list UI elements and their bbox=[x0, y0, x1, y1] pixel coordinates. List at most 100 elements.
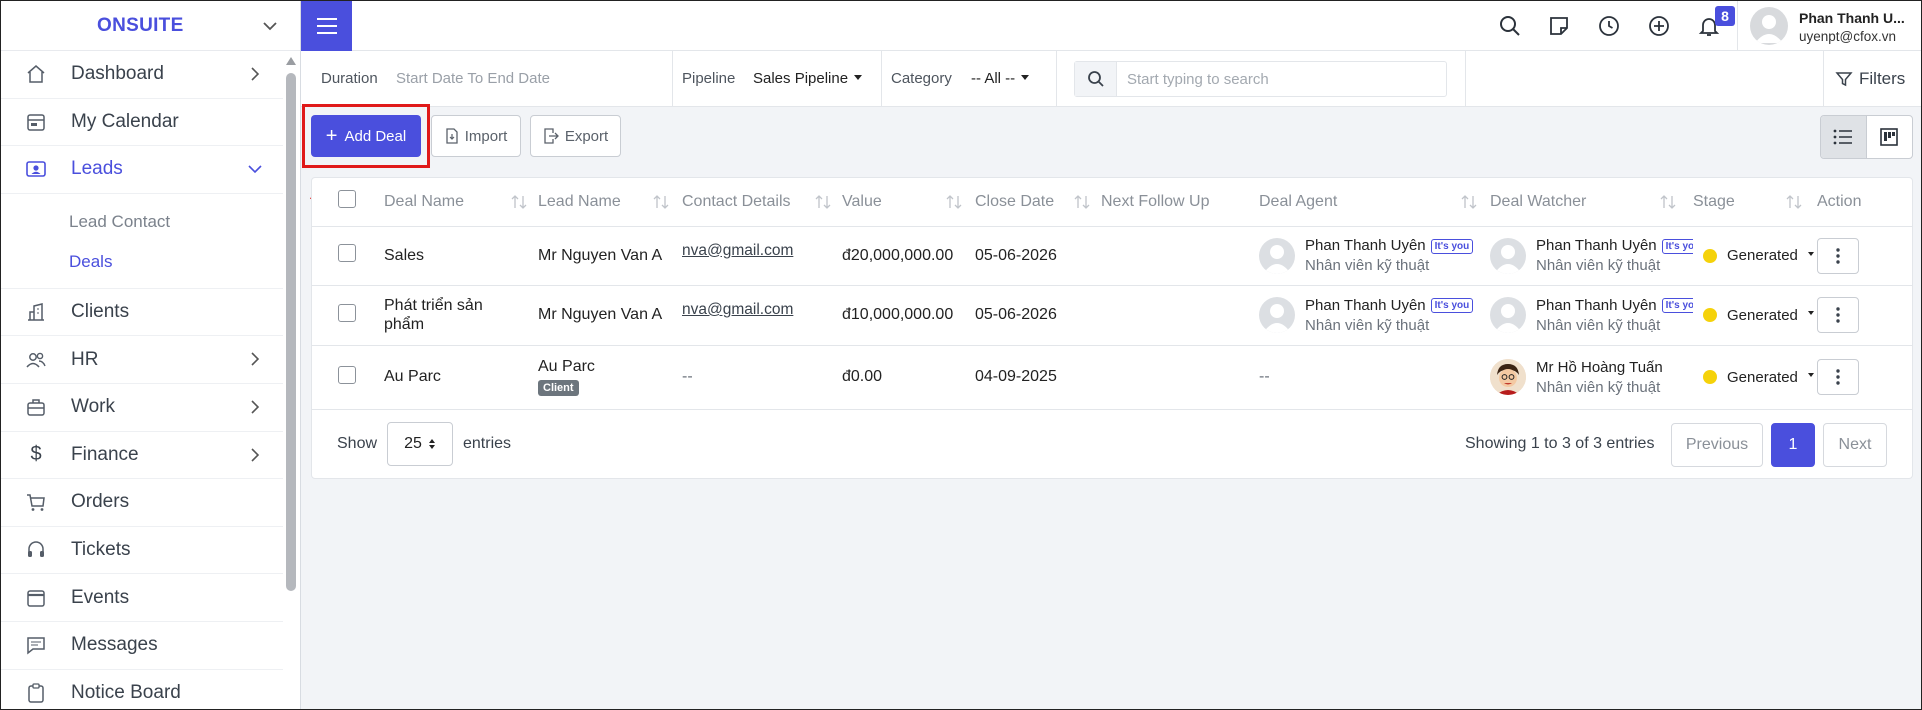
scroll-up-arrow[interactable] bbox=[286, 57, 296, 65]
sidebar-item-work[interactable]: Work bbox=[1, 384, 283, 432]
sidebar-item-messages[interactable]: Messages bbox=[1, 622, 283, 670]
sidebar-item-finance[interactable]: $ Finance bbox=[1, 432, 283, 480]
hamburger-menu-button[interactable] bbox=[301, 1, 352, 51]
stage-dropdown[interactable]: Generated bbox=[1703, 369, 1817, 386]
table-header-row: Deal Name Lead Name Contact Details Valu… bbox=[312, 178, 1912, 227]
annotation-highlight-box bbox=[302, 104, 430, 168]
brand-name: ONSUITE bbox=[97, 14, 184, 36]
chevron-right-icon bbox=[251, 352, 260, 366]
chevron-down-icon bbox=[248, 165, 262, 174]
client-badge: Client bbox=[538, 380, 579, 396]
caret-down-icon bbox=[854, 74, 863, 80]
list-view-button[interactable] bbox=[1821, 116, 1867, 158]
sidebar-item-leads[interactable]: Leads bbox=[1, 146, 283, 194]
user-name[interactable]: Phan Thanh U... bbox=[1799, 10, 1905, 26]
chevron-down-icon[interactable] bbox=[259, 15, 281, 37]
column-header-lead-name[interactable]: Lead Name bbox=[538, 178, 682, 227]
export-button[interactable]: Export bbox=[530, 115, 621, 157]
clock-icon[interactable] bbox=[1597, 14, 1621, 38]
pipeline-select[interactable]: Sales Pipeline bbox=[753, 70, 863, 87]
its-you-badge: It's you bbox=[1661, 238, 1693, 254]
import-button[interactable]: Import bbox=[431, 115, 521, 157]
entries-value: 25 bbox=[404, 435, 422, 452]
contact-email-link[interactable]: nva@gmail.com bbox=[682, 301, 793, 318]
deal-agent-cell: -- bbox=[1259, 345, 1490, 410]
row-action-menu-button[interactable] bbox=[1817, 359, 1859, 395]
column-header-deal-watcher[interactable]: Deal Watcher bbox=[1490, 178, 1693, 227]
duration-date-range[interactable]: Start Date To End Date bbox=[396, 70, 550, 87]
search-input[interactable] bbox=[1117, 70, 1437, 88]
row-action-menu-button[interactable] bbox=[1817, 237, 1859, 274]
sidebar-subitem-deals[interactable]: Deals bbox=[1, 242, 283, 282]
kanban-view-button[interactable] bbox=[1867, 116, 1913, 158]
stage-status-dot bbox=[1703, 370, 1717, 384]
lead-name-cell[interactable]: Au Parc bbox=[538, 358, 682, 376]
sidebar-item-label: Leads bbox=[71, 158, 123, 180]
row-checkbox[interactable] bbox=[338, 303, 356, 322]
sidebar-scrollbar[interactable] bbox=[286, 73, 296, 591]
column-header-label: Close Date bbox=[975, 192, 1055, 210]
sidebar-item-label: Events bbox=[71, 586, 130, 608]
next-follow-up-cell bbox=[1101, 226, 1259, 286]
dollar-icon: $ bbox=[30, 443, 42, 466]
entries-label: entries bbox=[463, 435, 512, 452]
column-header-next-follow-up[interactable]: Next Follow Up bbox=[1101, 178, 1259, 227]
deal-watcher[interactable]: Phan Thanh UyênIt's you Nhân viên kỹ thu… bbox=[1490, 237, 1693, 274]
sidebar-item-my-calendar[interactable]: My Calendar bbox=[1, 99, 283, 147]
deal-name-cell[interactable]: Phát triển sản phẩm bbox=[384, 285, 538, 346]
import-label: Import bbox=[464, 127, 508, 145]
entries-per-page-select[interactable]: 25 bbox=[387, 422, 453, 466]
column-header-close-date[interactable]: Close Date bbox=[975, 178, 1101, 227]
search-icon[interactable] bbox=[1498, 14, 1522, 38]
value-cell: đ10,000,000.00 bbox=[842, 285, 975, 346]
close-date-cell: 05-06-2026 bbox=[975, 285, 1101, 346]
sidebar-item-clients[interactable]: Clients bbox=[1, 289, 283, 337]
deal-watcher[interactable]: Mr Hồ Hoàng Tuấn Nhân viên kỹ thuật bbox=[1490, 359, 1693, 396]
sidebar-item-tickets[interactable]: Tickets bbox=[1, 527, 283, 575]
stage-dropdown[interactable]: Generated bbox=[1703, 247, 1817, 264]
deal-watcher[interactable]: Phan Thanh UyênIt's you Nhân viên kỹ thu… bbox=[1490, 297, 1693, 334]
sidebar-subitem-lead-contact[interactable]: Lead Contact bbox=[1, 202, 283, 242]
column-header-deal-agent[interactable]: Deal Agent bbox=[1259, 178, 1490, 227]
lead-name-cell[interactable]: Mr Nguyen Van A bbox=[538, 285, 682, 346]
column-header-deal-name[interactable]: Deal Name bbox=[384, 178, 538, 227]
filters-button[interactable]: Filters bbox=[1835, 69, 1905, 89]
deal-name-cell[interactable]: Au Parc bbox=[384, 345, 538, 410]
avatar[interactable] bbox=[1750, 7, 1788, 45]
user-email: uyenpt@cfox.vn bbox=[1799, 29, 1897, 44]
sidebar-item-notice-board[interactable]: Notice Board bbox=[1, 670, 283, 709]
contact-email-link[interactable]: nva@gmail.com bbox=[682, 242, 793, 259]
sidebar-item-dashboard[interactable]: Dashboard bbox=[1, 51, 283, 99]
row-action-menu-button[interactable] bbox=[1817, 297, 1859, 333]
lead-name-cell[interactable]: Mr Nguyen Van A bbox=[538, 226, 682, 286]
column-header-contact-details[interactable]: Contact Details bbox=[682, 178, 842, 227]
sidebar-item-orders[interactable]: Orders bbox=[1, 479, 283, 527]
sticky-note-icon[interactable] bbox=[1547, 14, 1571, 38]
stage-dropdown[interactable]: Generated bbox=[1703, 307, 1817, 324]
divider bbox=[1823, 51, 1824, 107]
row-checkbox[interactable] bbox=[338, 365, 356, 384]
cart-icon bbox=[25, 491, 47, 513]
page-1-button[interactable]: 1 bbox=[1771, 423, 1815, 467]
deal-agent[interactable]: Phan Thanh Uyên It's you Nhân viên kỹ thu… bbox=[1259, 237, 1490, 274]
column-header-stage[interactable]: Stage bbox=[1693, 178, 1817, 227]
column-header-label: Deal Watcher bbox=[1490, 192, 1587, 210]
next-page-button[interactable]: Next bbox=[1823, 423, 1887, 467]
sidebar-item-events[interactable]: Events bbox=[1, 574, 283, 622]
deal-name-cell[interactable]: Sales bbox=[384, 226, 538, 286]
row-checkbox[interactable] bbox=[338, 244, 356, 262]
deal-agent[interactable]: Phan Thanh Uyên It's you Nhân viên kỹ thu… bbox=[1259, 297, 1490, 334]
avatar bbox=[1490, 237, 1526, 274]
previous-page-button[interactable]: Previous bbox=[1671, 423, 1763, 467]
sort-icon bbox=[1786, 195, 1802, 209]
divider bbox=[1465, 51, 1466, 107]
sidebar-item-hr[interactable]: HR bbox=[1, 336, 283, 384]
category-select[interactable]: -- All -- bbox=[971, 70, 1030, 87]
column-header-label: Contact Details bbox=[682, 192, 791, 210]
select-all-checkbox[interactable] bbox=[338, 190, 356, 209]
column-header-value[interactable]: Value bbox=[842, 178, 975, 227]
view-toggle bbox=[1820, 115, 1913, 159]
chevron-right-icon bbox=[251, 400, 260, 414]
plus-circle-icon[interactable] bbox=[1647, 14, 1671, 38]
kebab-icon bbox=[1836, 369, 1840, 385]
